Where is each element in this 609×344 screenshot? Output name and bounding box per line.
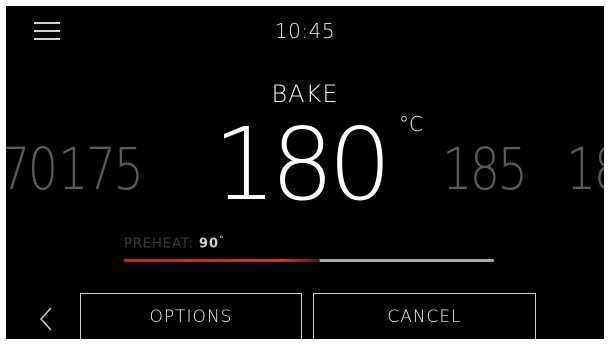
preheat-status: PREHEAT: 90°: [124, 235, 225, 251]
preheat-label: PREHEAT:: [124, 236, 194, 252]
oven-display: 10:45 BAKE 70 175 180 185 18 °C PREHEAT:…: [6, 6, 604, 339]
preheat-progress-bar: [124, 259, 494, 262]
clock: 10:45: [274, 19, 336, 43]
temp-option[interactable]: 18: [566, 124, 604, 214]
preheat-degree: °: [219, 235, 225, 245]
preheat-progress-fill: [124, 259, 321, 262]
options-button[interactable]: OPTIONS: [80, 293, 302, 339]
selected-temperature: 180: [213, 106, 392, 223]
temp-option[interactable]: 175: [58, 124, 144, 214]
cancel-button[interactable]: CANCEL: [313, 293, 536, 339]
preheat-value: 90: [199, 236, 220, 252]
temp-option[interactable]: 185: [442, 124, 528, 214]
chevron-left-icon[interactable]: [36, 306, 58, 332]
temperature-selector[interactable]: 70 175 180 185 18: [6, 110, 604, 220]
temp-option[interactable]: 70: [6, 124, 58, 214]
cooking-mode-title: BAKE: [271, 80, 339, 108]
temperature-unit: °C: [399, 112, 423, 136]
